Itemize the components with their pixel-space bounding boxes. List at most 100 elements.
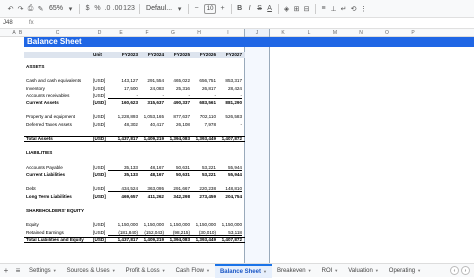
zoom-select[interactable]: 65% <box>49 5 63 12</box>
bold-button[interactable]: B <box>235 3 244 15</box>
row-label: Retained Earnings <box>26 229 64 235</box>
value-cell[interactable]: 204,754 <box>212 194 242 200</box>
table-row: Unit FY2023 FY2024 FY2025 FY2026 FY2027 <box>0 52 474 58</box>
row-label: SHAREHOLDERS' EQUITY <box>26 208 85 213</box>
value-cell[interactable]: 55,944 <box>212 165 242 171</box>
text-color-button[interactable]: A <box>265 3 274 15</box>
column-header-row: ABCDEFGHIJKLMNOP <box>0 29 474 37</box>
chevron-down-icon[interactable]: ▾ <box>66 3 75 15</box>
cell-reference[interactable]: J48 <box>3 18 25 28</box>
value-cell[interactable]: 55,944 <box>212 172 242 178</box>
sheet-tab[interactable]: Breakeven ▼ <box>272 264 317 278</box>
all-sheets-icon[interactable]: ≡ <box>12 266 24 275</box>
tab-scroll-controls: ‹ › <box>450 266 474 275</box>
title-band <box>24 37 474 47</box>
sheet-tab-label: Profit & Loss <box>125 267 160 274</box>
print-icon[interactable]: ⎙ <box>26 3 35 15</box>
chevron-down-icon[interactable]: ▼ <box>112 264 116 278</box>
more-formats-icon[interactable]: 123 <box>123 3 135 15</box>
sheet-tab-label: Settings <box>29 267 51 274</box>
value-cell[interactable]: 28,424 <box>212 86 242 92</box>
column-header[interactable]: K <box>270 29 296 37</box>
column-header[interactable]: D <box>91 29 108 37</box>
table-row: Current Assets [USD] 160,623 315,637 490,337… <box>0 100 474 106</box>
column-header[interactable]: M <box>322 29 348 37</box>
column-header[interactable]: N <box>348 29 374 37</box>
value-cell[interactable]: 1,407,872 <box>212 237 242 243</box>
column-header[interactable]: G <box>160 29 186 37</box>
increase-decimal-icon[interactable]: .00 <box>113 3 123 15</box>
column-header[interactable]: F <box>134 29 160 37</box>
merge-cells-icon[interactable]: ⊟ <box>302 3 311 15</box>
chevron-down-icon[interactable]: ▼ <box>308 264 312 278</box>
value-cell[interactable]: 1,407,872 <box>212 136 242 142</box>
chevron-down-icon[interactable]: ▼ <box>162 264 166 278</box>
sheet-tab[interactable]: Valuation ▼ <box>343 264 384 278</box>
sheet-title: Balance Sheet <box>27 37 82 46</box>
currency-icon[interactable]: $ <box>83 3 92 15</box>
font-size-input[interactable]: 10 <box>204 3 217 14</box>
value-cell[interactable]: 1,150,000 <box>212 222 242 228</box>
add-sheet-icon[interactable]: + <box>0 266 12 275</box>
column-header[interactable]: H <box>186 29 212 37</box>
valign-icon[interactable]: ⊥ <box>329 3 338 15</box>
row-unit: [USD] <box>93 164 106 170</box>
sheet-tab[interactable]: Sources & Uses ▼ <box>62 264 121 278</box>
chevron-down-icon[interactable]: ▼ <box>206 264 210 278</box>
column-header[interactable]: I <box>212 29 244 37</box>
sheet-tab[interactable]: Settings ▼ <box>24 264 62 278</box>
font-select[interactable]: Defaul... <box>146 5 172 12</box>
chevron-down-icon[interactable]: ▼ <box>417 264 421 278</box>
column-header[interactable]: L <box>296 29 322 37</box>
rotate-icon[interactable]: ⟲ <box>349 3 358 15</box>
percent-icon[interactable]: % <box>93 3 102 15</box>
increase-font-icon[interactable]: + <box>218 3 227 15</box>
column-header[interactable]: C <box>24 29 91 37</box>
scroll-right-icon[interactable]: › <box>461 266 470 275</box>
divider <box>231 3 233 14</box>
value-cell[interactable]: 526,583 <box>212 114 242 120</box>
value-cell[interactable]: 881,290 <box>212 100 242 106</box>
row-unit: [USD] <box>93 114 106 120</box>
column-header[interactable]: O <box>374 29 400 37</box>
column-header[interactable]: B <box>17 29 24 37</box>
more-icon[interactable]: ⋮ <box>359 3 368 15</box>
sheet-tab[interactable]: Profit & Loss ▼ <box>121 264 171 278</box>
sheet-tab[interactable]: Balance Sheet ▼ <box>214 263 272 279</box>
chevron-down-icon[interactable]: ▼ <box>53 264 57 278</box>
value-cell[interactable]: 53,118 <box>212 230 242 236</box>
value-cell[interactable]: 853,317 <box>212 78 242 84</box>
value-cell[interactable]: - <box>212 122 242 128</box>
value-cell[interactable]: - <box>212 93 242 99</box>
table-row <box>0 215 474 221</box>
sheet-tab[interactable]: Operating ▼ <box>384 264 426 278</box>
decrease-font-icon[interactable]: − <box>192 3 201 15</box>
borders-icon[interactable]: ⊞ <box>292 3 301 15</box>
chevron-down-icon[interactable]: ▾ <box>175 3 184 15</box>
row-unit: [USD] <box>93 236 106 242</box>
column-header[interactable]: P <box>400 29 426 37</box>
decrease-decimal-icon[interactable]: .0 <box>103 3 112 15</box>
chevron-down-icon[interactable]: ▼ <box>375 264 379 278</box>
sheet-tab[interactable]: ROI ▼ <box>317 264 344 278</box>
row-unit: [USD] <box>93 172 106 177</box>
align-icon[interactable]: ≡ <box>319 3 328 15</box>
column-header[interactable]: E <box>108 29 134 37</box>
paint-format-icon[interactable]: ✎ <box>36 3 45 15</box>
undo-icon[interactable]: ↶ <box>6 3 15 15</box>
strikethrough-button[interactable]: S <box>255 3 264 15</box>
value-cell[interactable]: 148,810 <box>212 186 242 193</box>
spreadsheet-grid[interactable]: Balance Sheet Unit FY2023 FY2024 FY2025 … <box>0 37 474 263</box>
sheet-tab[interactable]: Cash Flow ▼ <box>171 264 215 278</box>
divider <box>79 3 81 14</box>
redo-icon[interactable]: ↷ <box>16 3 25 15</box>
wrap-icon[interactable]: ↵ <box>339 3 348 15</box>
table-row <box>0 71 474 77</box>
chevron-down-icon[interactable]: ▼ <box>263 265 267 279</box>
chevron-down-icon[interactable]: ▼ <box>334 264 338 278</box>
row-label: Debt <box>26 186 36 192</box>
fill-color-icon[interactable]: ◈ <box>282 3 291 15</box>
scroll-left-icon[interactable]: ‹ <box>450 266 459 275</box>
italic-button[interactable]: I <box>245 3 254 15</box>
table-row: LIABILITIES <box>0 150 474 156</box>
